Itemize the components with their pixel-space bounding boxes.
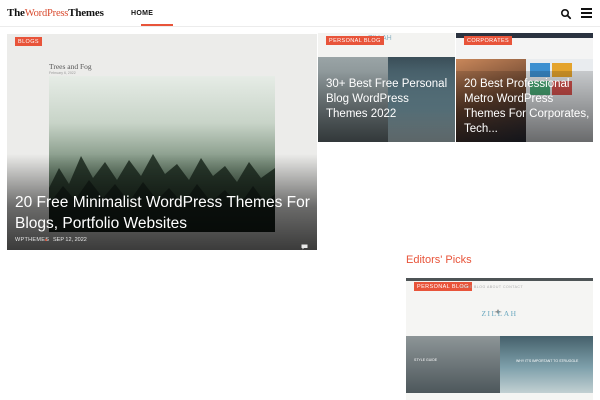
pick-thumb-image-left: STYLE GUIDE <box>406 336 500 393</box>
pick-thumb-caption-left: STYLE GUIDE <box>414 358 438 362</box>
logo-the: The <box>7 7 25 19</box>
featured-post-date: SEP 12, 2022 <box>53 237 87 243</box>
post-card-corporates[interactable]: CORPORATES 20 Best Professional Metro Wo… <box>456 33 593 142</box>
menu-bar <box>581 16 592 18</box>
menu-bar <box>581 12 592 14</box>
bird-icon <box>494 301 502 314</box>
featured-thumb-date: February 6, 2022 <box>49 71 76 75</box>
page: TheWordPressThemes HOME Trees and Fog Fe… <box>0 0 600 400</box>
search-icon <box>560 8 572 20</box>
nav-active-indicator <box>141 24 173 26</box>
pick-thumb-caption-right: WHY IT'S IMPORTANT TO STRUGGLE <box>516 359 579 363</box>
menu-bar <box>581 8 592 10</box>
hamburger-menu-icon[interactable] <box>581 8 592 18</box>
search-button[interactable] <box>560 7 572 20</box>
site-header: TheWordPressThemes HOME <box>0 0 600 27</box>
pick-thumb-image-right: WHY IT'S IMPORTANT TO STRUGGLE <box>500 336 593 393</box>
featured-post[interactable]: Trees and Fog February 6, 2022 BLOGS 20 … <box>7 34 317 250</box>
meta-separator <box>45 239 47 241</box>
editors-picks-heading: Editors' Picks <box>406 254 472 266</box>
post-card-personal-blog[interactable]: ZILLAH PERSONAL BLOG 30+ Best Free Perso… <box>318 33 455 142</box>
logo-wordpress: WordPress <box>24 8 69 19</box>
featured-post-title[interactable]: 20 Free Minimalist WordPress Themes For … <box>15 192 311 234</box>
featured-category-badge[interactable]: BLOGS <box>15 37 42 46</box>
logo-themes: Themes <box>68 7 104 19</box>
site-logo[interactable]: TheWordPressThemes <box>7 7 104 19</box>
editors-pick-post[interactable]: PERSONAL BLOG HOME BLOG ABOUT CONTACT ZI… <box>406 278 593 400</box>
card-post-title[interactable]: 30+ Best Free Personal Blog WordPress Th… <box>326 77 451 122</box>
card-category-badge[interactable]: PERSONAL BLOG <box>326 36 384 45</box>
featured-thumb-title: Trees and Fog <box>49 62 92 71</box>
card-category-badge[interactable]: CORPORATES <box>464 36 513 45</box>
card-post-title[interactable]: 20 Best Professional Metro WordPress The… <box>464 77 592 137</box>
nav-item-home[interactable]: HOME <box>131 10 153 17</box>
pick-thumb-logo: ZILLAH <box>481 309 518 318</box>
pick-thumb-nav: HOME BLOG ABOUT CONTACT <box>460 285 524 289</box>
comment-icon[interactable] <box>301 237 308 250</box>
